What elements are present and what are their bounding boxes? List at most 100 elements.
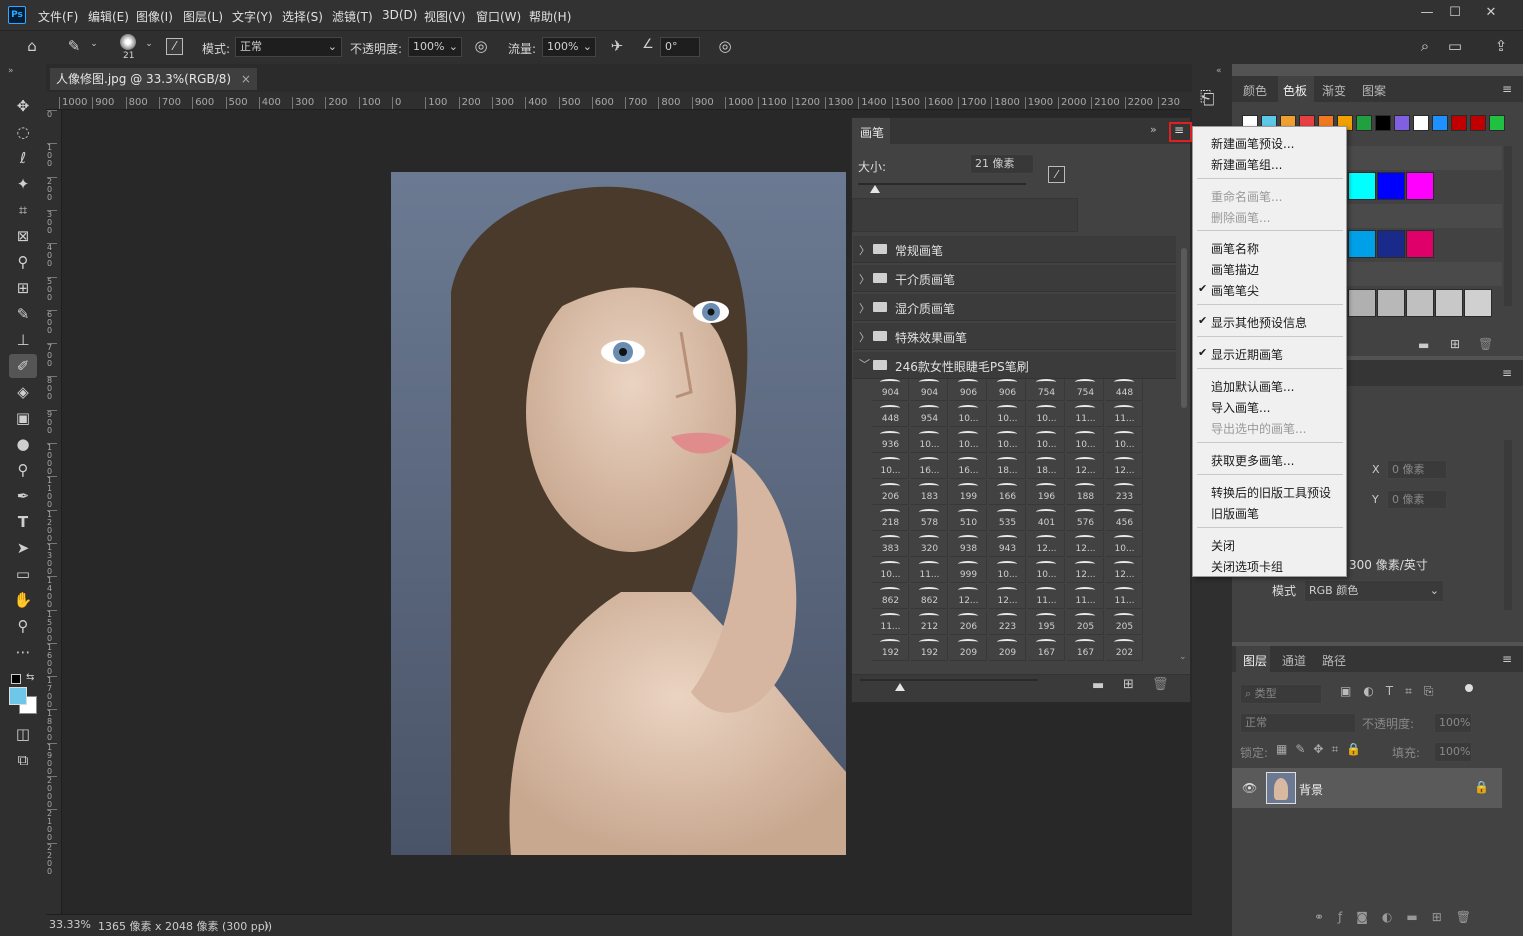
lock-icons[interactable]: ▦✎✥⌗🔒 xyxy=(1276,742,1369,757)
brush-preset[interactable]: 10... xyxy=(911,428,948,453)
brush-preset[interactable]: 10... xyxy=(989,402,1026,427)
size-slider-thumb[interactable] xyxy=(870,185,880,193)
color-swatch[interactable] xyxy=(1406,230,1434,258)
brush-preset[interactable]: 10... xyxy=(1028,558,1065,583)
brush-preset[interactable]: 10... xyxy=(989,428,1026,453)
color-swatch[interactable] xyxy=(1435,289,1463,317)
color-swatch[interactable] xyxy=(1377,172,1405,200)
brush-preset[interactable]: 862 xyxy=(911,584,948,609)
brush-preset[interactable]: 11... xyxy=(1106,402,1143,427)
new-group-icon[interactable]: ▬ xyxy=(1092,678,1104,693)
filter-toggle-icon[interactable] xyxy=(1465,684,1473,692)
delete-swatch-icon[interactable]: 🗑 xyxy=(1478,337,1493,351)
brush-preset[interactable]: 448 xyxy=(872,402,909,427)
brush-preset[interactable]: 10... xyxy=(872,558,909,583)
menu-image[interactable]: 图像(I) xyxy=(136,8,173,25)
brush-preset[interactable]: 209 xyxy=(950,636,987,661)
menu-help[interactable]: 帮助(H) xyxy=(529,8,571,25)
delete-brush-icon[interactable]: 🗑 xyxy=(1152,677,1169,692)
eraser-tool-icon[interactable]: ◈ xyxy=(9,380,37,404)
layers-footer-icons[interactable]: ⚭ƒ◙◐▬⊞🗑 xyxy=(1314,910,1485,924)
new-group-icon[interactable]: ▬ xyxy=(1418,338,1429,352)
brush-preset[interactable]: 906 xyxy=(989,376,1026,401)
color-swatch[interactable] xyxy=(1470,115,1486,131)
context-menu-item[interactable]: 显示近期画笔 xyxy=(1211,346,1283,363)
tab-color[interactable]: 颜色 xyxy=(1243,82,1267,99)
pressure-opacity-icon[interactable]: ◎ xyxy=(470,37,492,55)
context-menu-item[interactable]: 画笔描边 xyxy=(1211,261,1259,278)
opacity-field[interactable]: 100% ⌄ xyxy=(408,37,462,57)
size-slider-track[interactable] xyxy=(858,183,1026,185)
brush-preset[interactable]: 10... xyxy=(950,402,987,427)
document-tab[interactable]: 人像修图.jpg @ 33.3%(RGB/8) × xyxy=(50,68,257,90)
brush-preset[interactable]: 188 xyxy=(1067,480,1104,505)
collapse-panel-icon[interactable]: » xyxy=(1150,123,1157,136)
zoom-level[interactable]: 33.33% xyxy=(49,918,91,931)
context-menu-item[interactable]: 导入画笔... xyxy=(1211,399,1270,416)
brush-preset[interactable]: 12... xyxy=(1067,558,1104,583)
brush-preset[interactable]: 401 xyxy=(1028,506,1065,531)
hand-tool-icon[interactable]: ✋ xyxy=(9,588,37,612)
home-icon[interactable]: ⌂ xyxy=(20,37,44,55)
brush-preset[interactable]: 320 xyxy=(911,532,948,557)
color-swatch[interactable] xyxy=(1406,172,1434,200)
brush-preset[interactable]: 199 xyxy=(950,480,987,505)
context-menu-item[interactable]: 画笔名称 xyxy=(1211,240,1259,257)
document-photo[interactable] xyxy=(391,172,846,855)
context-menu-item[interactable]: 显示其他预设信息 xyxy=(1211,314,1307,331)
context-menu-item[interactable]: 新建画笔预设... xyxy=(1211,135,1294,152)
context-menu-item[interactable]: 新建画笔组... xyxy=(1211,156,1282,173)
menu-layer[interactable]: 图层(L) xyxy=(183,8,223,25)
brush-tool-preset-icon[interactable]: ✎ xyxy=(62,37,86,55)
brush-preset[interactable]: 167 xyxy=(1067,636,1104,661)
quick-mask-icon[interactable]: ◫ xyxy=(9,722,37,746)
brush-preset[interactable]: 12... xyxy=(1106,558,1143,583)
brush-preset[interactable]: 999 xyxy=(950,558,987,583)
x-field[interactable]: 0 像素 xyxy=(1387,460,1447,479)
context-menu-item[interactable]: 旧版画笔 xyxy=(1211,505,1259,522)
brush-preset[interactable]: 10... xyxy=(1106,428,1143,453)
brush-preset[interactable]: 167 xyxy=(1028,636,1065,661)
brush-preset[interactable]: 223 xyxy=(989,610,1026,635)
brush-preset[interactable]: 10... xyxy=(1028,428,1065,453)
context-menu-item[interactable]: 画笔笔尖 xyxy=(1211,282,1259,299)
brush-preset[interactable]: 11... xyxy=(1106,584,1143,609)
brush-preset[interactable]: 16... xyxy=(950,454,987,479)
brush-tool-icon[interactable]: ✎ xyxy=(9,302,37,326)
context-menu-item[interactable]: 关闭 xyxy=(1211,537,1235,554)
brush-preset[interactable]: 196 xyxy=(1028,480,1065,505)
brush-panel-title[interactable]: 画笔 xyxy=(860,124,884,141)
brush-preset[interactable]: 209 xyxy=(989,636,1026,661)
brush-preset[interactable]: 10... xyxy=(1067,428,1104,453)
brush-preset[interactable]: 862 xyxy=(872,584,909,609)
color-swatch[interactable] xyxy=(1464,289,1492,317)
color-swatch[interactable] xyxy=(1413,115,1429,131)
eye-icon[interactable]: 👁 xyxy=(1242,781,1257,795)
healing-tool-icon[interactable]: ⊞ xyxy=(9,276,37,300)
panel-menu-icon[interactable]: ≡ xyxy=(1502,82,1512,96)
tab-channels[interactable]: 通道 xyxy=(1282,652,1306,669)
brush-preset[interactable]: 576 xyxy=(1067,506,1104,531)
menu-3d[interactable]: 3D(D) xyxy=(382,8,417,22)
brush-preset[interactable]: 218 xyxy=(872,506,909,531)
tab-layers[interactable]: 图层 xyxy=(1243,652,1267,669)
maximize-button[interactable]: ☐ xyxy=(1444,3,1466,23)
brush-size-field[interactable]: 21 像素 xyxy=(970,154,1034,174)
color-swatch[interactable] xyxy=(1377,289,1405,317)
eyedropper-tool-icon[interactable]: ⚲ xyxy=(9,250,37,274)
brush-preset[interactable]: 11... xyxy=(1067,584,1104,609)
color-swatch[interactable] xyxy=(1489,115,1505,131)
brush-preset[interactable]: 12... xyxy=(989,584,1026,609)
pen-tool-icon[interactable]: ✒ xyxy=(9,484,37,508)
brush-preset[interactable]: 11... xyxy=(872,610,909,635)
brush-preset[interactable]: 192 xyxy=(911,636,948,661)
close-window-button[interactable]: ✕ xyxy=(1480,3,1502,23)
brush-preset[interactable]: 12... xyxy=(1106,454,1143,479)
brush-preset[interactable]: 754 xyxy=(1028,376,1065,401)
menu-filter[interactable]: 滤镜(T) xyxy=(332,8,373,25)
menu-select[interactable]: 选择(S) xyxy=(282,8,323,25)
marquee-tool-icon[interactable]: ◌ xyxy=(9,120,37,144)
brush-settings-icon[interactable]: ⁄ xyxy=(1048,166,1065,183)
lock-icon[interactable]: 🔒 xyxy=(1474,780,1489,794)
pressure-size-icon[interactable]: ◎ xyxy=(714,37,736,55)
